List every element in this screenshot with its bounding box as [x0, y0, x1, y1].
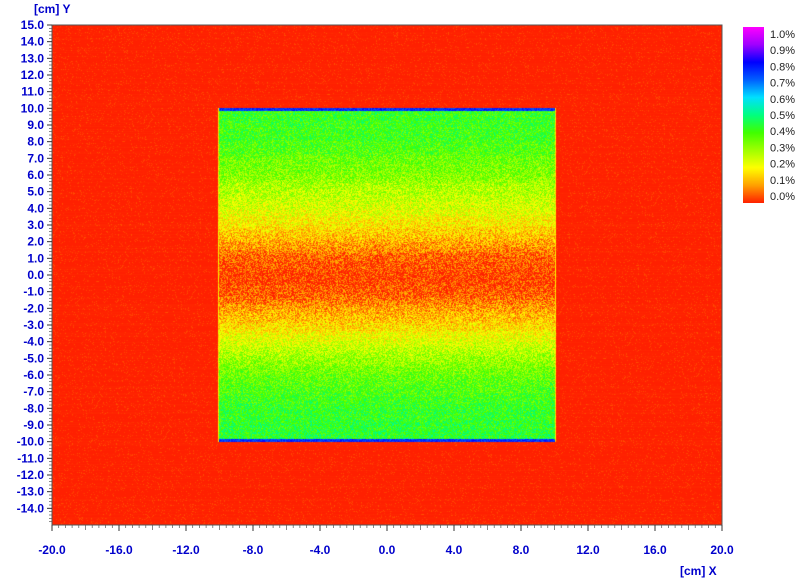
heatmap-chart: 15.0 14.0 13.0 12.0 11.0 10.0 9.0 8.0 7.0 6.0 5.0 4… — [17, 2, 796, 578]
x-tick-label: 0.0 — [379, 543, 396, 557]
x-tick-label: -4.0 — [310, 543, 331, 557]
y-tick-label: 14.0 — [21, 35, 45, 49]
y-tick-label: -6.0 — [23, 368, 44, 382]
colorbar-label: 0.7% — [770, 78, 795, 90]
y-tick-label: -4.0 — [23, 335, 44, 349]
y-tick-label: 8.0 — [27, 135, 44, 149]
x-tick-label: -20.0 — [38, 543, 66, 557]
y-tick-label: -5.0 — [23, 351, 44, 365]
y-tick-label: 10.0 — [21, 101, 45, 115]
y-tick-label: -1.0 — [23, 285, 44, 299]
y-tick-label: -7.0 — [23, 385, 44, 399]
y-tick-label: 11.0 — [21, 85, 44, 99]
y-tick-label: -8.0 — [23, 401, 44, 415]
y-tick-label: 0.0 — [27, 268, 44, 282]
y-tick-label: -13.0 — [17, 485, 45, 499]
colorbar: 1.0% 0.9% 0.8% 0.7% 0.6% 0.5% 0.4% 0.3% 0.2% 0.1%… — [743, 27, 795, 203]
y-tick-label: -3.0 — [23, 318, 44, 332]
y-tick-label: 13.0 — [21, 51, 45, 65]
colorbar-label: 0.8% — [770, 61, 795, 73]
x-tick-label: -16.0 — [105, 543, 133, 557]
colorbar-label: 1.0% — [770, 29, 795, 41]
y-tick-label: 2.0 — [27, 235, 44, 249]
y-tick-label: 5.0 — [27, 185, 44, 199]
y-axis-title: [cm] Y — [34, 2, 70, 16]
colorbar-label: 0.9% — [770, 45, 795, 57]
colorbar-label: 0.6% — [770, 94, 795, 106]
x-tick-label: 20.0 — [710, 543, 734, 557]
y-tick-label: 15.0 — [21, 18, 45, 32]
y-tick-label: 12.0 — [21, 68, 45, 82]
plot-area — [51, 24, 723, 526]
x-axis-title: [cm] X — [680, 564, 717, 578]
colorbar-label: 0.4% — [770, 126, 795, 138]
y-tick-label: -12.0 — [17, 468, 45, 482]
y-tick-label: 6.0 — [27, 168, 44, 182]
colorbar-label: 0.0% — [770, 191, 795, 203]
colorbar-label: 0.3% — [770, 142, 795, 154]
x-tick-label: 12.0 — [576, 543, 600, 557]
y-tick-label: 1.0 — [27, 251, 44, 265]
y-tick-label: -10.0 — [17, 435, 45, 449]
y-tick-label: 3.0 — [27, 218, 44, 232]
colorbar-labels: 1.0% 0.9% 0.8% 0.7% 0.6% 0.5% 0.4% 0.3% 0.2% 0.1%… — [770, 29, 795, 203]
x-tick-label: -8.0 — [243, 543, 264, 557]
colorbar-label: 0.1% — [770, 175, 795, 187]
y-tick-label: -9.0 — [23, 418, 44, 432]
y-tick-label: -14.0 — [17, 501, 45, 515]
x-axis: -20.0 -16.0 -12.0 -8.0 -4.0 0.0 4.0 8.0 12.0 16.0… — [38, 525, 734, 557]
y-tick-label: -11.0 — [17, 451, 44, 465]
y-tick-label: -2.0 — [23, 301, 44, 315]
y-axis: 15.0 14.0 13.0 12.0 11.0 10.0 9.0 8.0 7.0 6.0 5.0 4… — [17, 18, 52, 523]
heatmap-image — [52, 25, 722, 525]
y-tick-label: 7.0 — [27, 151, 44, 165]
x-tick-label: 4.0 — [446, 543, 463, 557]
x-tick-label: 8.0 — [513, 543, 530, 557]
colorbar-gradient — [743, 27, 764, 203]
colorbar-label: 0.2% — [770, 159, 795, 171]
y-tick-label: 4.0 — [27, 201, 44, 215]
y-tick-label: 9.0 — [27, 118, 44, 132]
x-tick-label: 16.0 — [643, 543, 667, 557]
x-tick-label: -12.0 — [172, 543, 200, 557]
colorbar-label: 0.5% — [770, 110, 795, 122]
